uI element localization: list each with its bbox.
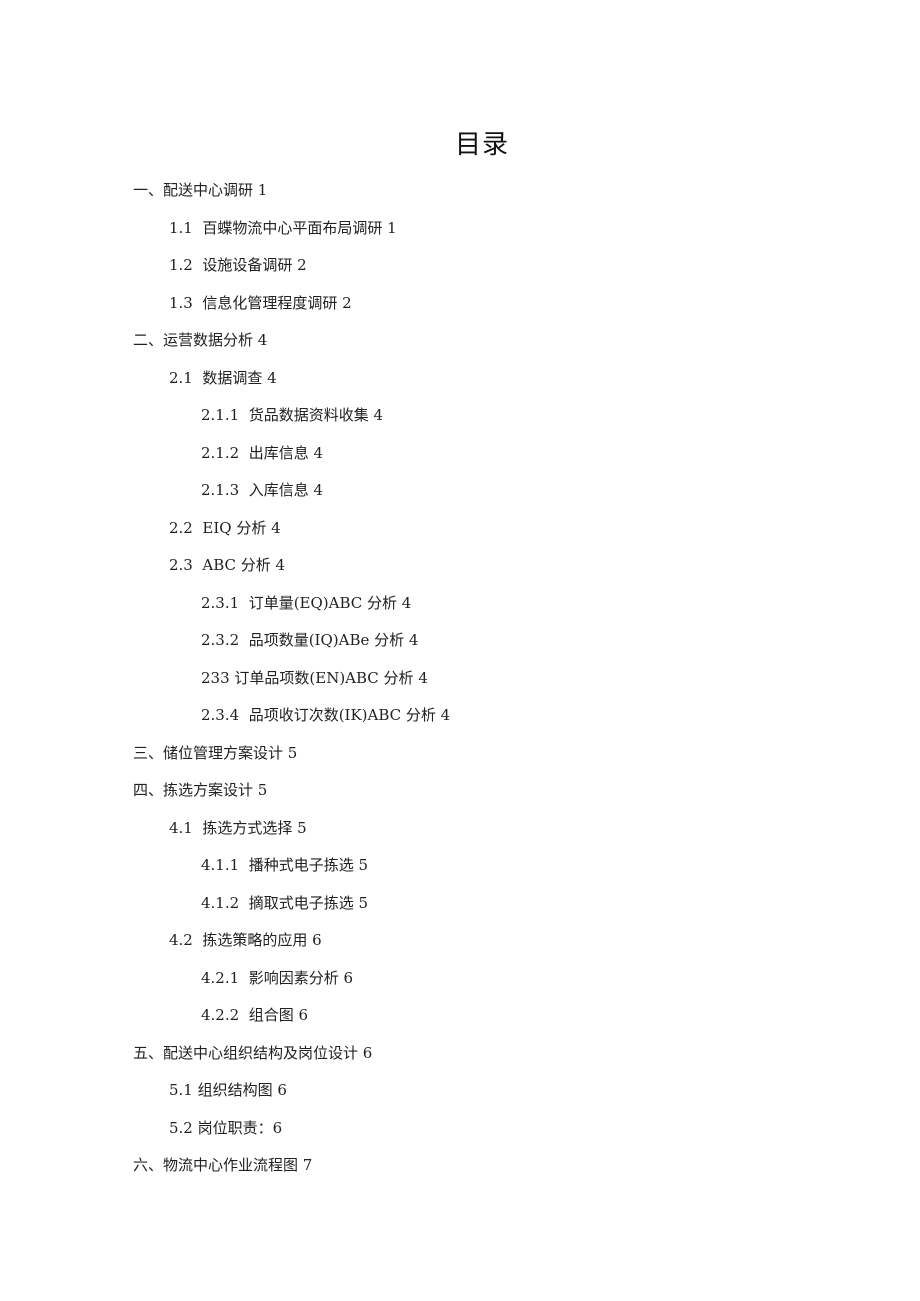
toc-entry-level-2[interactable]: 1.2 设施设备调研 2 bbox=[169, 255, 307, 275]
toc-entry-level-2[interactable]: 4.1 拣选方式选择 5 bbox=[169, 818, 307, 838]
toc-entry-level-1[interactable]: 三、储位管理方案设计 5 bbox=[133, 743, 297, 763]
toc-entry-level-3[interactable]: 2.1.2 出库信息 4 bbox=[201, 443, 323, 463]
toc-entry-level-3[interactable]: 233 订单品项数(EN)ABC 分析 4 bbox=[201, 668, 428, 688]
toc-entry-level-1[interactable]: 二、运营数据分析 4 bbox=[133, 330, 267, 350]
toc-entry-level-1[interactable]: 四、拣选方案设计 5 bbox=[133, 780, 267, 800]
toc-entry-level-3[interactable]: 4.2.1 影响因素分析 6 bbox=[201, 968, 353, 988]
toc-entry-level-3[interactable]: 2.3.4 品项收订次数(IK)ABC 分析 4 bbox=[201, 705, 450, 725]
toc-entry-level-2[interactable]: 2.1 数据调查 4 bbox=[169, 368, 277, 388]
toc-entry-level-1[interactable]: 五、配送中心组织结构及岗位设计 6 bbox=[133, 1043, 372, 1063]
toc-entry-level-2[interactable]: 2.2 EIQ 分析 4 bbox=[169, 518, 281, 538]
toc-entry-level-2[interactable]: 2.3 ABC 分析 4 bbox=[169, 555, 285, 575]
toc-entry-level-3[interactable]: 4.1.2 摘取式电子拣选 5 bbox=[201, 893, 368, 913]
toc-entry-level-2[interactable]: 1.3 信息化管理程度调研 2 bbox=[169, 293, 352, 313]
toc-entry-level-3[interactable]: 2.1.1 货品数据资料收集 4 bbox=[201, 405, 383, 425]
toc-entry-level-2[interactable]: 5.1 组织结构图 6 bbox=[169, 1080, 287, 1100]
toc-title: 目录 bbox=[454, 130, 509, 160]
toc-entry-level-1[interactable]: 六、物流中心作业流程图 7 bbox=[133, 1155, 312, 1175]
toc-entry-level-3[interactable]: 2.1.3 入库信息 4 bbox=[201, 480, 323, 500]
toc-entry-level-3[interactable]: 2.3.2 品项数量(IQ)ABe 分析 4 bbox=[201, 630, 418, 650]
toc-entry-level-2[interactable]: 1.1 百蝶物流中心平面布局调研 1 bbox=[169, 218, 397, 238]
toc-entry-level-1[interactable]: 一、配送中心调研 1 bbox=[133, 180, 267, 200]
toc-entry-level-2[interactable]: 5.2 岗位职责：6 bbox=[169, 1118, 282, 1138]
toc-entry-level-3[interactable]: 2.3.1 订单量(EQ)ABC 分析 4 bbox=[201, 593, 411, 613]
toc-entry-level-2[interactable]: 4.2 拣选策略的应用 6 bbox=[169, 930, 322, 950]
toc-entry-level-3[interactable]: 4.1.1 播种式电子拣选 5 bbox=[201, 855, 368, 875]
toc-entry-level-3[interactable]: 4.2.2 组合图 6 bbox=[201, 1005, 308, 1025]
